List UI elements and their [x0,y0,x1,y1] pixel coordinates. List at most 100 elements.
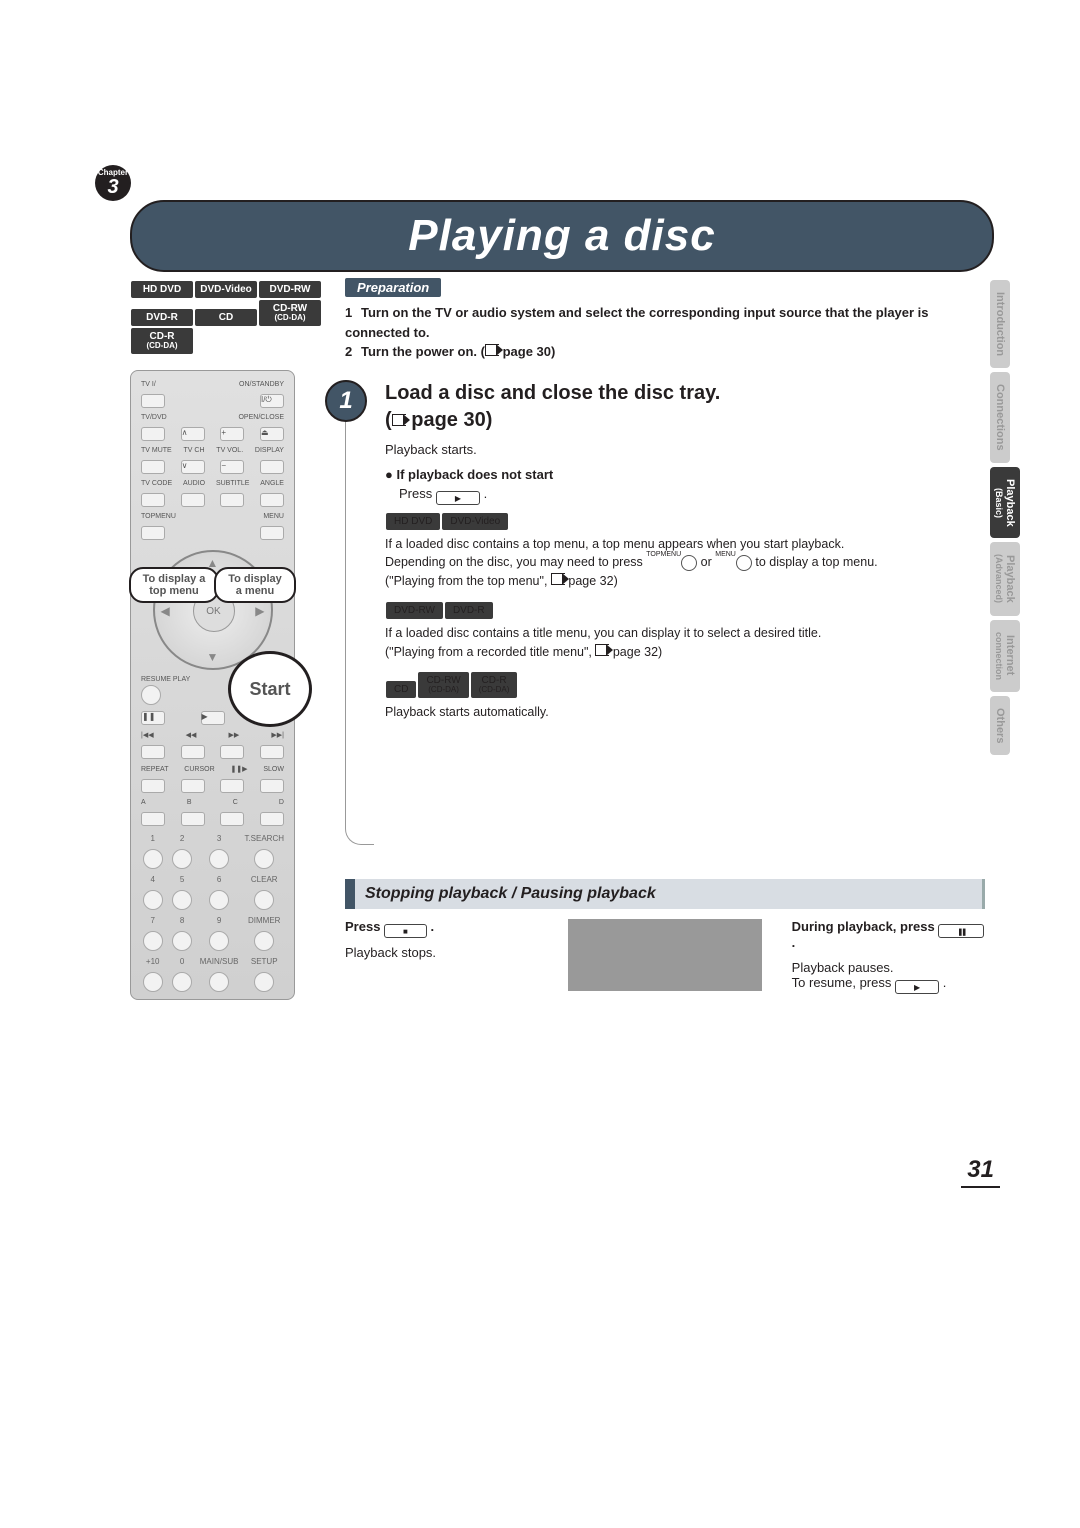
remote-btn[interactable] [220,812,244,826]
remote-btn[interactable] [141,427,165,441]
remote-btn-up[interactable]: ∧ [181,427,205,441]
chip-dvdrw: DVD-RW [259,281,321,298]
playback-stops: Playback stops. [345,945,538,960]
remote-label: ▶▶ [229,731,240,739]
disc-type-grid: HD DVDDVD-VideoDVD-RW DVD-RCDCD-RW(CD-DA… [130,280,322,355]
remote-label: CURSOR [184,766,214,773]
remote-num-btn[interactable] [254,890,274,910]
remote-num-btn[interactable] [209,890,229,910]
remote-btn[interactable] [141,779,165,793]
chip-hddvd: HD DVD [131,281,193,298]
remote-pause-btn[interactable]: ❚❚ [141,711,165,725]
remote-label: ❚❚▶ [230,765,247,773]
remote-num-btn[interactable] [143,931,163,951]
chip-dvdvideo: DVD-Video [195,281,257,298]
arrow-down-icon[interactable]: ▼ [207,650,219,664]
remote-label: TV CODE [141,480,172,487]
remote-num-btn[interactable] [143,849,163,869]
remote-num-btn[interactable] [172,931,192,951]
remote-btn[interactable] [181,812,205,826]
remote-btn[interactable] [141,460,165,474]
remote-num-btn[interactable] [172,972,192,992]
tab-others: Others [990,696,1010,755]
remote-label: OPEN/CLOSE [238,414,284,421]
remote-btn-topmenu[interactable] [141,526,165,540]
remote-play-btn[interactable]: ▶ [201,711,225,725]
tab-internet: Internetconnection [990,620,1020,692]
remote-num-btn[interactable] [143,972,163,992]
topmenu-circle-icon [681,555,697,571]
remote-btn[interactable] [260,493,284,507]
remote-btn[interactable] [260,779,284,793]
remote-num-btn[interactable] [172,890,192,910]
tab-playback-basic: Playback(Basic) [990,467,1020,539]
remote-btn[interactable] [220,493,244,507]
remote-btn-down[interactable]: ∨ [181,460,205,474]
group3-text: Playback starts automatically. [385,703,985,722]
remote-btn[interactable] [220,779,244,793]
remote-num-btn[interactable] [254,931,274,951]
remote-btn[interactable] [181,779,205,793]
remote-num-btn[interactable] [209,972,229,992]
remote-label-topmenu: TOPMENU [141,513,176,520]
remote-btn[interactable] [141,745,165,759]
resume-press: To resume, press . [792,975,985,991]
pause-key-icon [938,924,984,938]
chips-group3: CDCD-RW(CD-DA)CD-R(CD-DA) [385,671,985,699]
remote-btn[interactable] [181,493,205,507]
remote-btn[interactable] [260,745,284,759]
remote-label: ANGLE [260,480,284,487]
remote-btn[interactable] [141,493,165,507]
remote-btn-menu[interactable] [260,526,284,540]
menu-circle-icon [736,555,752,571]
page-number: 31 [961,1156,1000,1188]
topmenu-label: TOPMENU [646,551,681,558]
remote-label: AUDIO [183,480,205,487]
remote-btn[interactable] [181,745,205,759]
remote-label: SLOW [263,766,284,773]
if-not-start: ● If playback does not start [385,467,985,482]
remote-btn[interactable] [260,812,284,826]
remote-num-btn[interactable] [143,890,163,910]
chip: DVD-Video [442,513,508,530]
prep-item-1: Turn on the TV or audio system and selec… [345,305,929,340]
remote-btn-plus[interactable]: + [220,427,244,441]
page-ref-icon [595,644,609,656]
chapter-title: Playback (Basic) [125,173,246,193]
remote-num-btn[interactable] [254,849,274,869]
remote-label: A [141,799,146,806]
remote-label: B [187,799,192,806]
chip-dvdr: DVD-R [131,309,193,326]
page-ref-icon [392,414,406,426]
remote-num-btn[interactable] [172,849,192,869]
page-ref-icon [551,573,565,585]
remote-num-btn[interactable] [254,972,274,992]
chip-cd: CD [195,309,257,326]
arrow-right-icon[interactable]: ▶ [255,604,264,618]
callout-topmenu: To display a top menu [129,567,219,603]
remote-btn[interactable] [141,394,165,408]
remote-label-tv: TV I/ [141,381,156,388]
remote-num-btn[interactable] [209,931,229,951]
chapter-circle: Chapter 3 [95,165,131,201]
remote-btn[interactable] [141,812,165,826]
remote-label-standby: ON/STANDBY [239,381,284,388]
remote-resume-btn[interactable] [141,685,161,705]
stop-key-icon [384,924,427,938]
remote-label: REPEAT [141,766,169,773]
remote-btn[interactable] [220,745,244,759]
press-stop: Press . [345,919,538,935]
remote-label: D [279,799,284,806]
remote-btn-minus[interactable]: − [220,460,244,474]
stopping-cols: Press . Playback stops. During playback,… [345,919,985,991]
page-title: Playing a disc [408,211,715,261]
remote-btn-eject[interactable]: ⏏ [260,427,284,441]
remote-num-btn[interactable] [209,849,229,869]
remote-label: DISPLAY [255,447,284,454]
arrow-left-icon[interactable]: ◀ [161,604,170,618]
press-play: Press . [399,486,985,502]
chip: HD DVD [386,513,440,530]
remote-btn[interactable]: I/⏻ [260,394,284,408]
remote-btn[interactable] [260,460,284,474]
tab-playback-advanced: Playback(Advanced) [990,542,1020,615]
